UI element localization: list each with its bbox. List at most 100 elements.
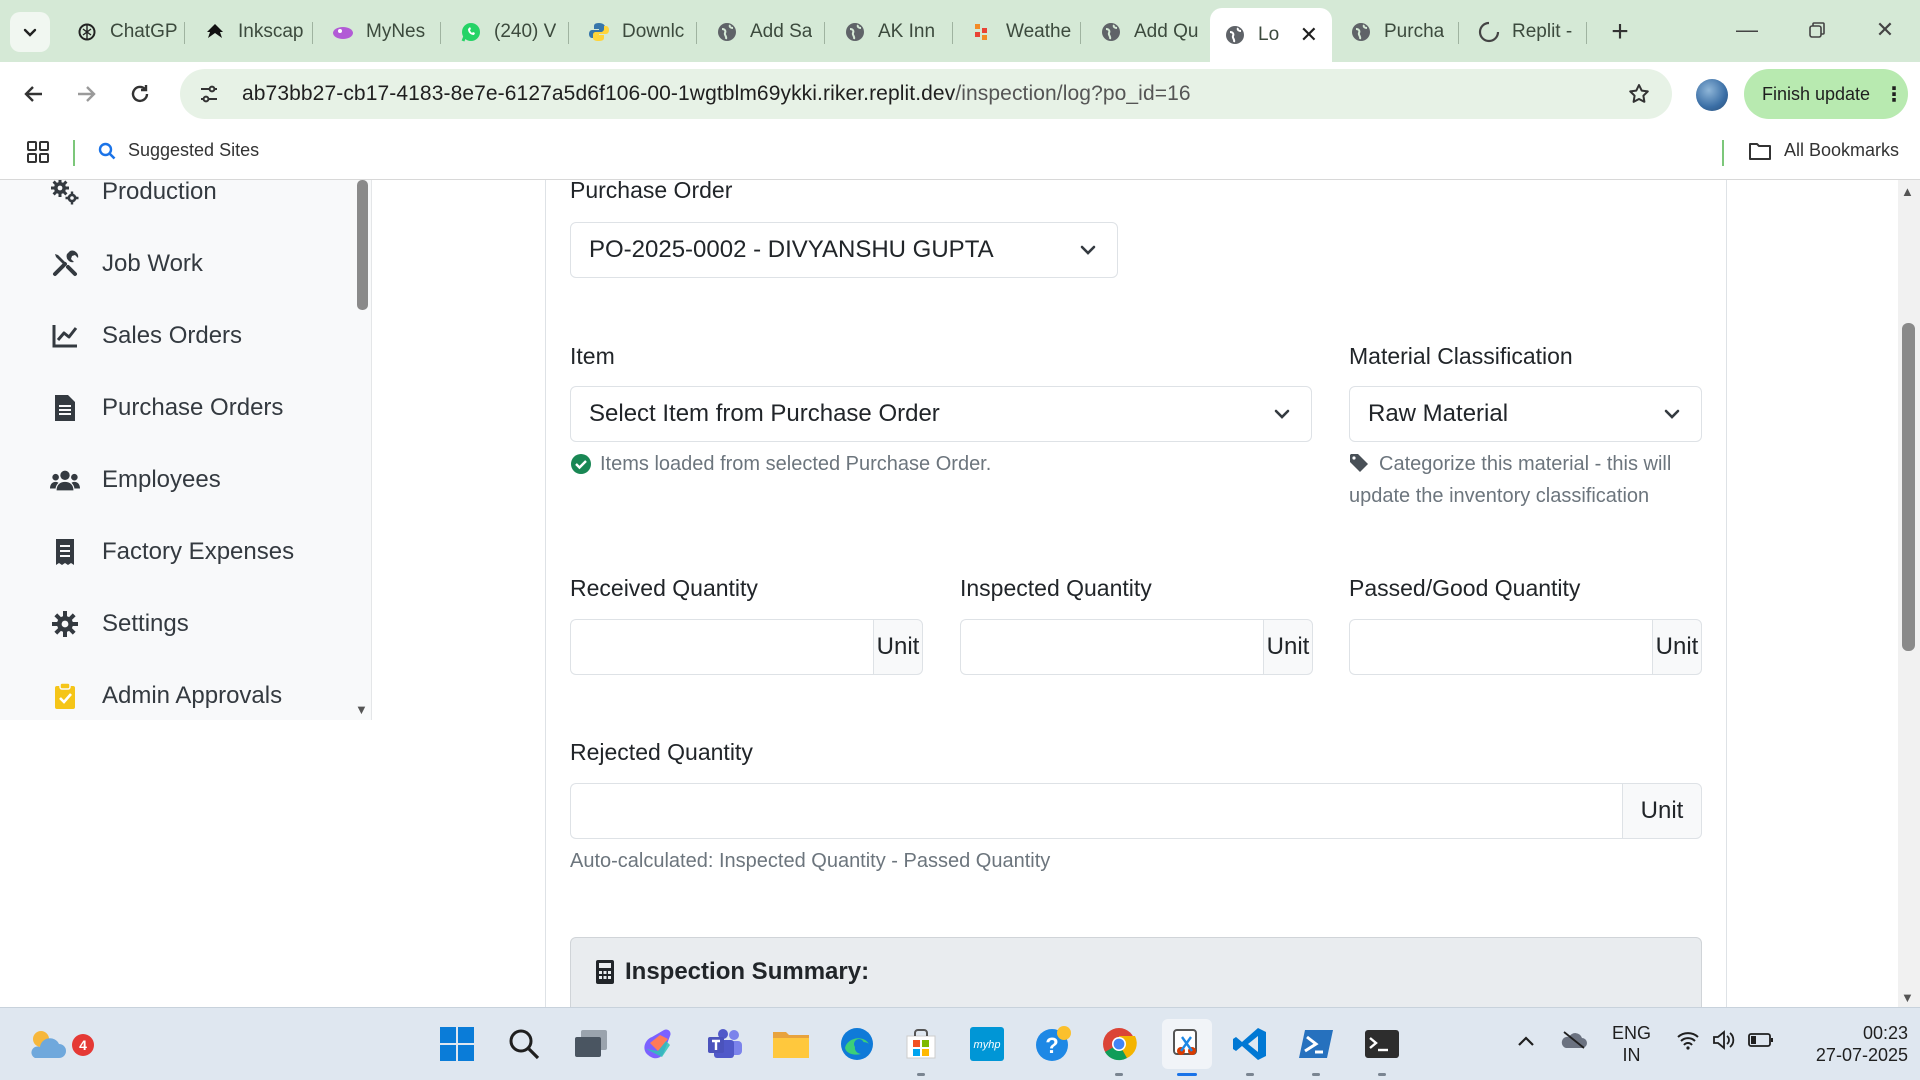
cogs-icon <box>50 180 80 207</box>
forward-button[interactable] <box>64 72 108 116</box>
sidebar-item-factory-expenses[interactable]: Factory Expenses <box>50 532 294 572</box>
taskbar-edge[interactable] <box>835 1022 879 1066</box>
minimize-button[interactable]: — <box>1722 10 1772 50</box>
tab-add-qu[interactable]: Add Qu <box>1086 12 1206 52</box>
weather-widget[interactable]: 4 <box>24 1022 94 1066</box>
item-value: Select Item from Purchase Order <box>589 400 940 427</box>
suggested-sites-bookmark[interactable]: Suggested Sites <box>98 140 259 161</box>
inspected-quantity-input[interactable] <box>960 619 1263 675</box>
taskbar-teams[interactable] <box>703 1022 747 1066</box>
tab-log-active[interactable]: Lo ✕ <box>1210 8 1332 62</box>
scroll-up-arrow-icon[interactable]: ▲ <box>1901 184 1914 199</box>
received-quantity-unit: Unit <box>873 619 923 675</box>
tab-separator <box>568 22 569 44</box>
tab-search-button[interactable] <box>10 12 50 52</box>
folder-icon <box>1749 142 1771 160</box>
sidebar-item-employees[interactable]: Employees <box>50 460 221 500</box>
tab-mynest[interactable]: MyNes <box>318 12 438 52</box>
tab-chatgpt[interactable]: ChatGP <box>62 12 182 52</box>
passed-quantity-input[interactable] <box>1349 619 1652 675</box>
tab-title: Purcha <box>1384 21 1445 42</box>
reload-button[interactable] <box>118 72 162 116</box>
sidebar-item-production[interactable]: Production <box>50 180 217 212</box>
inkscape-icon <box>204 21 226 43</box>
sidebar-item-label: Job Work <box>102 250 203 277</box>
sidebar-item-sales-orders[interactable]: Sales Orders <box>50 316 242 356</box>
purchase-order-label: Purchase Order <box>570 180 733 203</box>
taskbar-snipping-tool[interactable] <box>1162 1019 1212 1076</box>
windows-start-icon <box>440 1027 474 1061</box>
bookmark-star-icon[interactable] <box>1624 79 1654 109</box>
taskbar-terminal[interactable] <box>1360 1022 1404 1076</box>
receipt-icon <box>50 537 80 567</box>
tab-weather[interactable]: Weathe <box>958 12 1078 52</box>
input-language[interactable]: ENG IN <box>1612 1022 1651 1066</box>
page-scrollbar-thumb[interactable] <box>1902 323 1915 651</box>
profile-avatar[interactable] <box>1696 79 1728 111</box>
chart-line-icon <box>50 321 80 351</box>
taskbar-chrome[interactable] <box>1097 1022 1141 1076</box>
task-view-icon <box>575 1030 607 1057</box>
sidebar-item-label: Employees <box>102 466 221 493</box>
restore-icon <box>1809 22 1825 38</box>
rejected-quantity-input[interactable] <box>570 783 1622 839</box>
start-button[interactable] <box>435 1022 479 1066</box>
quick-settings[interactable] <box>1676 1030 1774 1050</box>
material-classification-select[interactable]: Raw Material <box>1349 386 1702 442</box>
tab-ak-inn[interactable]: AK Inn <box>830 12 950 52</box>
task-view-button[interactable] <box>569 1022 613 1066</box>
taskbar-file-explorer[interactable] <box>769 1022 813 1066</box>
tab-python-download[interactable]: Downlc <box>574 12 694 52</box>
apps-grid-icon[interactable] <box>26 140 50 169</box>
taskbar-copilot[interactable] <box>636 1022 680 1066</box>
item-select[interactable]: Select Item from Purchase Order <box>570 386 1312 442</box>
sidebar-item-settings[interactable]: Settings <box>50 604 189 644</box>
loading-icon <box>1478 21 1500 43</box>
wifi-icon <box>1677 1032 1699 1050</box>
taskbar-powershell[interactable] <box>1294 1022 1338 1076</box>
purchase-order-select[interactable]: PO-2025-0002 - DIVYANSHU GUPTA <box>570 222 1118 278</box>
tab-inkscape[interactable]: Inkscap <box>190 12 310 52</box>
arrow-left-icon <box>24 86 42 102</box>
taskbar-ms-store[interactable] <box>899 1022 943 1076</box>
new-tab-button[interactable]: + <box>1600 12 1640 52</box>
taskbar-get-help[interactable]: ? <box>1031 1022 1075 1066</box>
tab-purchase[interactable]: Purcha <box>1336 12 1456 52</box>
globe-icon <box>1224 24 1246 46</box>
finish-update-button[interactable]: Finish update ⋮ <box>1744 69 1908 119</box>
passed-quantity-group: Unit <box>1349 619 1702 675</box>
sidebar-item-admin-approvals[interactable]: Admin Approvals <box>50 676 282 716</box>
onedrive-status[interactable] <box>1560 1030 1588 1055</box>
bookmark-separator <box>1722 140 1724 166</box>
show-hidden-icons-button[interactable] <box>1516 1032 1536 1053</box>
tab-whatsapp[interactable]: (240) V <box>446 12 566 52</box>
tab-add-sa[interactable]: Add Sa <box>702 12 822 52</box>
tab-title: AK Inn <box>878 21 936 42</box>
rejected-quantity-helper: Auto-calculated: Inspected Quantity - Pa… <box>570 850 1051 872</box>
back-button[interactable] <box>12 72 56 116</box>
close-tab-icon[interactable]: ✕ <box>1300 22 1318 48</box>
terminal-icon <box>1365 1030 1399 1058</box>
sidebar-item-job-work[interactable]: Job Work <box>50 244 203 284</box>
tab-title: Lo <box>1258 24 1280 45</box>
scroll-down-arrow-icon[interactable]: ▼ <box>355 702 368 717</box>
sidebar-item-label: Settings <box>102 610 189 637</box>
system-clock[interactable]: 00:23 27-07-2025 <box>1790 1022 1908 1066</box>
taskbar-search[interactable] <box>502 1022 546 1066</box>
sidebar-scrollbar-thumb[interactable] <box>357 180 368 310</box>
received-quantity-input[interactable] <box>570 619 873 675</box>
received-quantity-label: Received Quantity <box>570 575 758 601</box>
sidebar-item-purchase-orders[interactable]: Purchase Orders <box>50 388 283 428</box>
close-window-button[interactable]: ✕ <box>1860 10 1910 50</box>
site-settings-icon[interactable] <box>194 79 224 109</box>
powershell-icon <box>1299 1030 1333 1058</box>
taskbar-myhp[interactable]: myhp <box>965 1022 1009 1066</box>
address-bar[interactable]: ab73bb27-cb17-4183-8e7e-6127a5d6f106-00-… <box>180 69 1672 119</box>
restore-button[interactable] <box>1792 10 1842 50</box>
all-bookmarks-button[interactable]: All Bookmarks <box>1748 140 1899 161</box>
scroll-down-arrow-icon[interactable]: ▼ <box>1901 990 1914 1005</box>
tab-title: Add Sa <box>750 21 813 42</box>
tab-replit[interactable]: Replit - <box>1464 12 1584 52</box>
taskbar-vscode[interactable] <box>1228 1022 1272 1076</box>
language-code: ENG <box>1612 1023 1652 1043</box>
